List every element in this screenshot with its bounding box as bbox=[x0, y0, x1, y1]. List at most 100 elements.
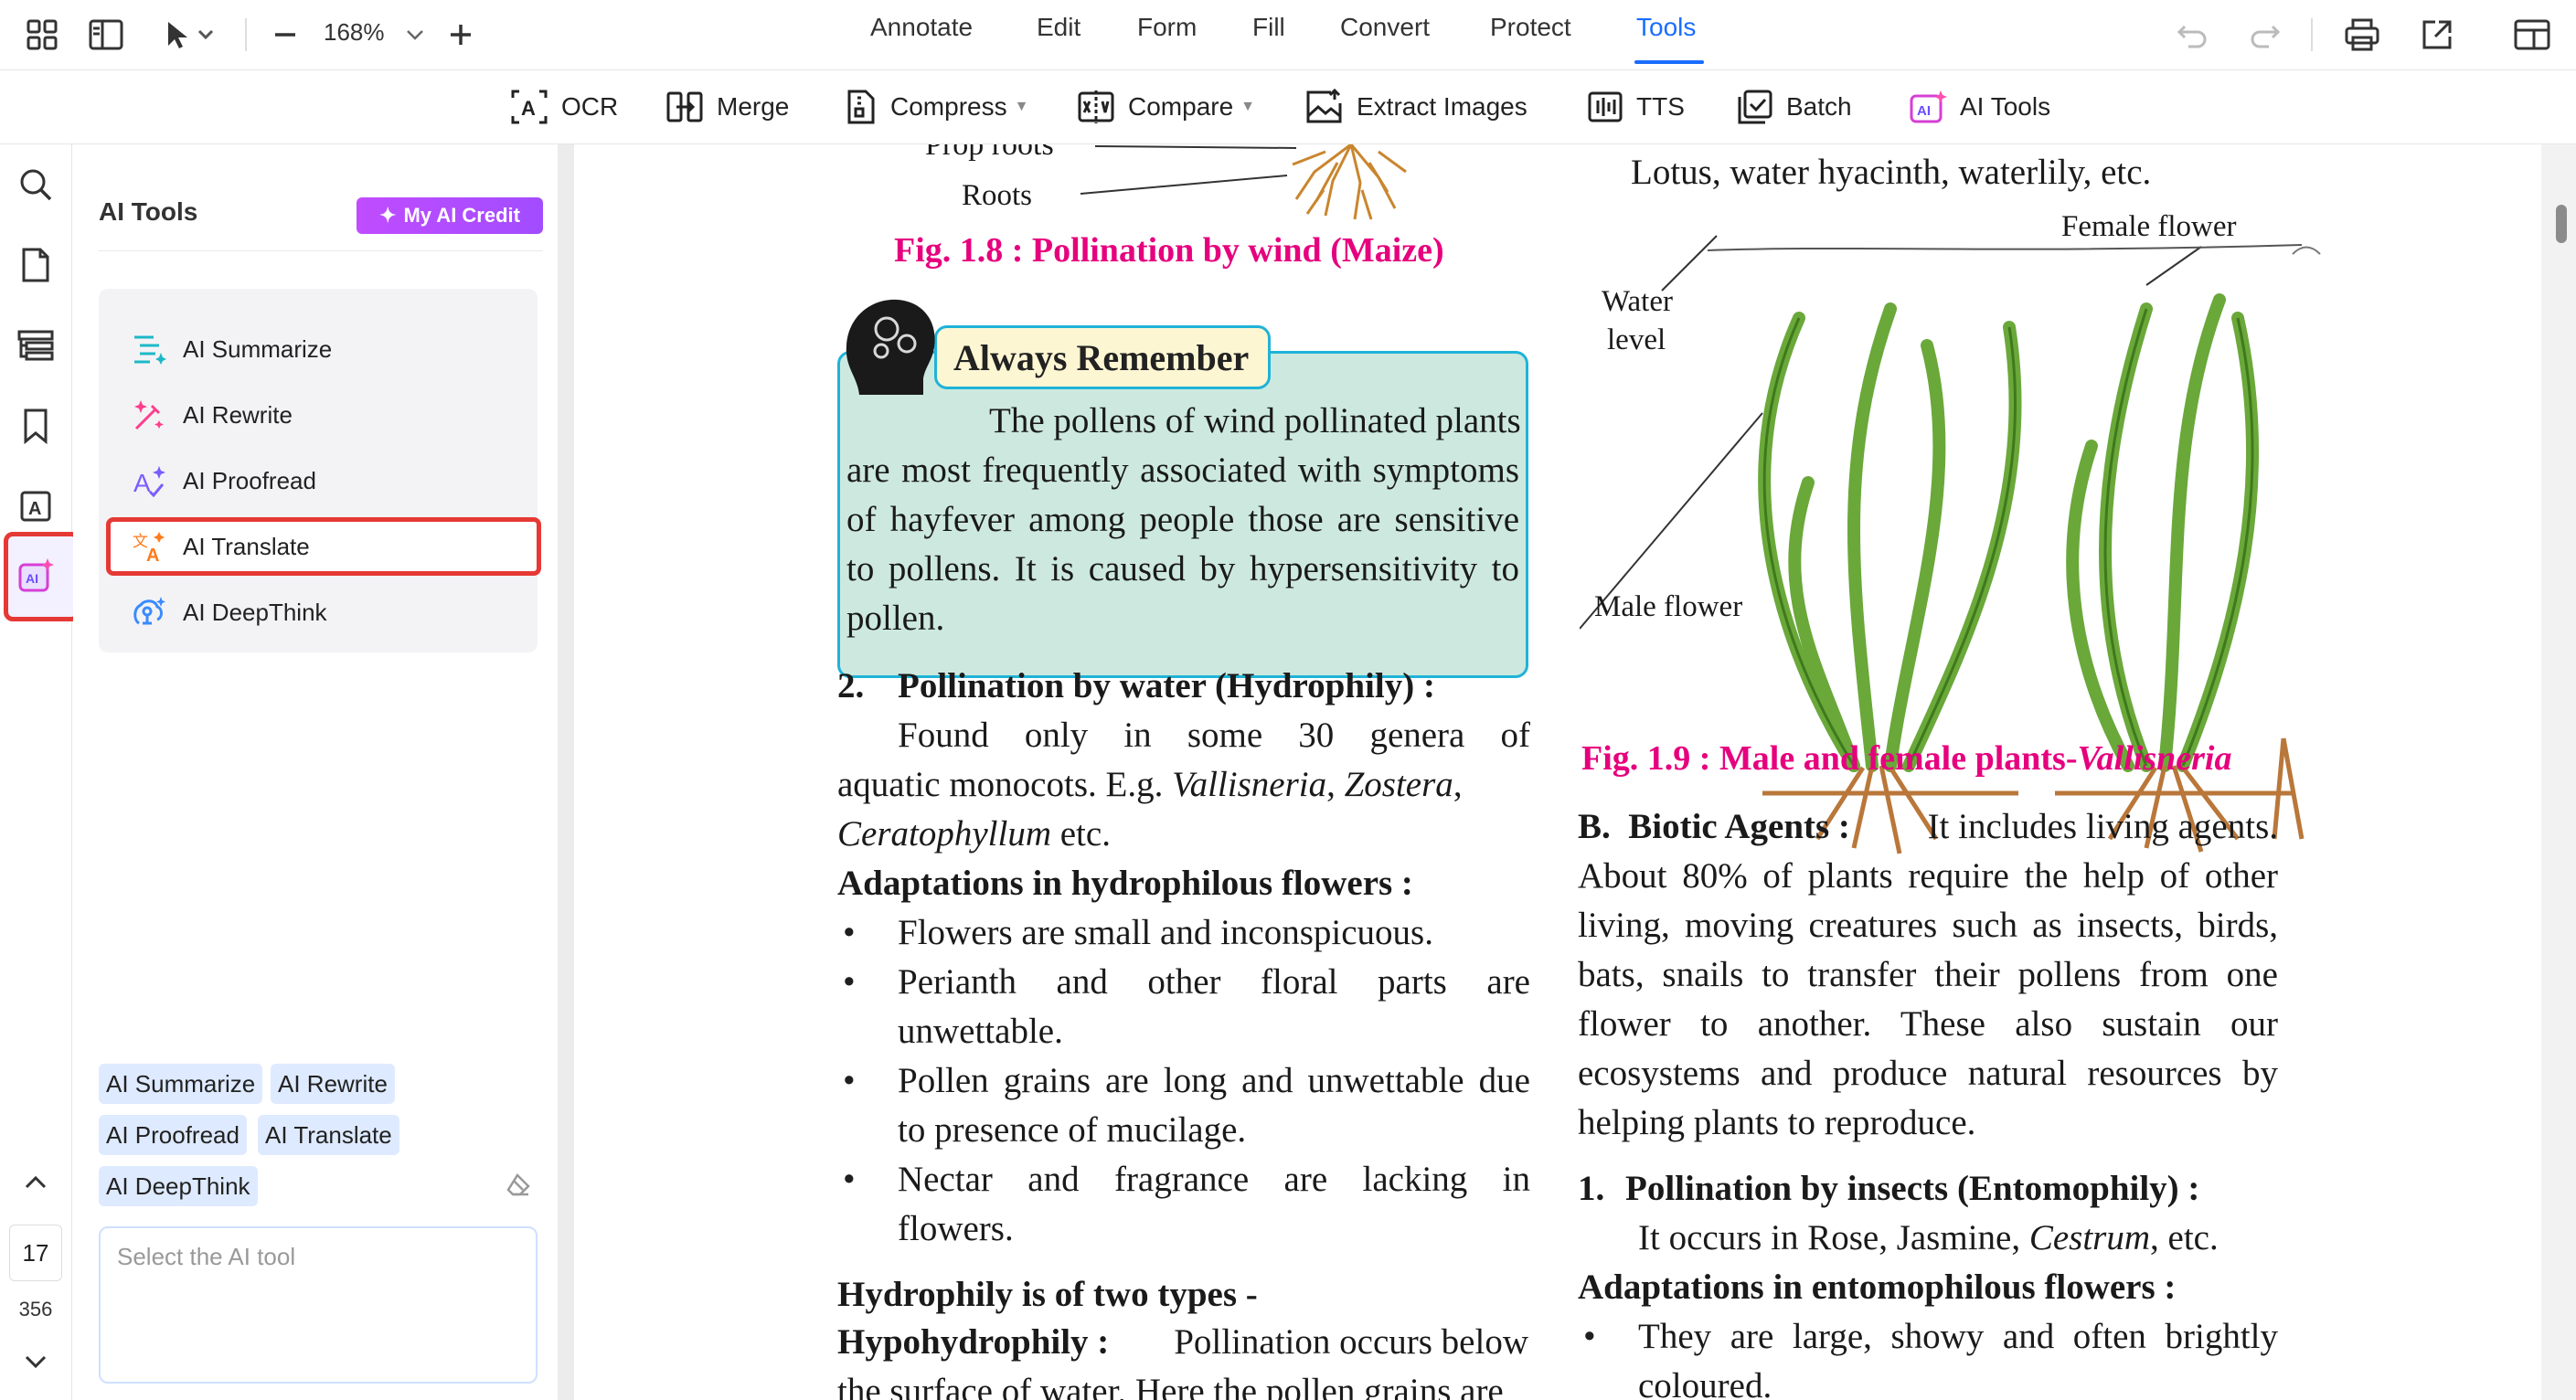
pdf-page: Prop roots Roots Fig. 1.8 : Pollination … bbox=[574, 144, 2541, 1400]
layout-panel-icon[interactable] bbox=[2514, 16, 2550, 53]
zoom-dropdown-chevron-icon[interactable] bbox=[397, 16, 433, 53]
ento-bullet-1-cont: coloured. bbox=[1638, 1366, 1772, 1400]
page-number-input[interactable]: 17 bbox=[9, 1225, 62, 1281]
undo-icon[interactable] bbox=[2174, 16, 2210, 53]
deepthink-icon bbox=[99, 596, 183, 629]
biotic-line-5: flower to another. These also sustain ou… bbox=[1578, 1004, 2278, 1044]
male-flower-label: Male flower bbox=[1594, 590, 1743, 623]
svg-text:A: A bbox=[133, 469, 151, 497]
biotic-line-4: bats, snails to transfer their pollens f… bbox=[1578, 955, 2278, 994]
female-flower-label: Female flower bbox=[2061, 210, 2237, 243]
redo-icon[interactable] bbox=[2247, 16, 2283, 53]
my-ai-credit-label: My AI Credit bbox=[403, 204, 520, 227]
chip-ai-rewrite[interactable]: AI Rewrite bbox=[271, 1064, 395, 1104]
extract-images-button[interactable]: Extract Images bbox=[1305, 89, 1528, 125]
ai-tool-label: AI Translate bbox=[183, 532, 310, 560]
compare-icon bbox=[1077, 89, 1128, 125]
tts-icon bbox=[1587, 89, 1636, 125]
ai-tool-label: AI Proofread bbox=[183, 466, 316, 494]
ai-assistant-icon[interactable]: AI bbox=[16, 556, 56, 596]
compress-button[interactable]: Compress ▼ bbox=[845, 89, 1028, 125]
ai-tool-deepthink[interactable]: AI DeepThink bbox=[99, 583, 538, 642]
select-tool-icon[interactable] bbox=[161, 16, 219, 53]
print-icon[interactable] bbox=[2344, 16, 2380, 53]
bullet-dot: • bbox=[843, 1061, 856, 1100]
menu-convert[interactable]: Convert bbox=[1340, 13, 1430, 42]
menu-tools[interactable]: Tools bbox=[1636, 13, 1696, 42]
my-ai-credit-button[interactable]: ✦ My AI Credit bbox=[357, 197, 543, 234]
toolbar-divider bbox=[2311, 18, 2313, 51]
ai-tool-rewrite[interactable]: AI Rewrite bbox=[99, 386, 538, 444]
always-remember-title: Always Remember bbox=[934, 325, 1271, 389]
ai-tool-translate[interactable]: 文A AI Translate bbox=[106, 517, 541, 576]
ai-tools-button[interactable]: AI AI Tools bbox=[1909, 89, 2050, 125]
biotic-line-7: helping plants to reproduce. bbox=[1578, 1103, 1976, 1142]
hydrophily-para-line-1: Found only in some 30 genera of bbox=[898, 716, 1530, 755]
extract-images-label: Extract Images bbox=[1357, 92, 1528, 121]
document-viewport[interactable]: Prop roots Roots Fig. 1.8 : Pollination … bbox=[574, 144, 2576, 1400]
previous-page-chevron-icon[interactable] bbox=[16, 1162, 56, 1203]
chip-ai-proofread[interactable]: AI Proofread bbox=[99, 1115, 247, 1155]
ai-tools-label: AI Tools bbox=[1960, 92, 2051, 121]
outline-icon[interactable] bbox=[16, 325, 56, 366]
merge-button[interactable]: Merge bbox=[665, 89, 789, 125]
page-thumbnail-icon[interactable] bbox=[16, 245, 56, 285]
svg-text:A: A bbox=[146, 546, 159, 563]
ocr-button[interactable]: A OCR bbox=[510, 89, 618, 125]
next-page-chevron-icon[interactable] bbox=[16, 1342, 56, 1382]
search-icon[interactable] bbox=[16, 164, 56, 205]
batch-icon bbox=[1737, 89, 1786, 125]
vertical-scrollbar-thumb[interactable] bbox=[2556, 205, 2567, 243]
text-field-icon[interactable]: A bbox=[16, 486, 56, 526]
tts-label: TTS bbox=[1636, 92, 1685, 121]
brain-head-icon bbox=[846, 299, 935, 395]
entomophily-heading: Pollination by insects (Entomophily) : bbox=[1625, 1169, 2200, 1208]
toolbar-divider bbox=[245, 18, 247, 51]
sparkle-icon: ✦ bbox=[379, 204, 397, 227]
zoom-level[interactable]: 168% bbox=[324, 18, 385, 47]
zoom-in-icon[interactable] bbox=[442, 16, 479, 53]
compare-button[interactable]: Compare ▼ bbox=[1077, 89, 1255, 125]
translate-icon: 文A bbox=[111, 530, 183, 563]
clear-eraser-icon[interactable] bbox=[505, 1172, 532, 1199]
compress-label: Compress bbox=[890, 92, 1007, 121]
batch-label: Batch bbox=[1786, 92, 1852, 121]
bullet-dot: • bbox=[1583, 1317, 1596, 1356]
batch-button[interactable]: Batch bbox=[1737, 89, 1852, 125]
grid-view-icon[interactable] bbox=[24, 16, 60, 53]
hydrophily-types-heading: Hydrophily is of two types - bbox=[837, 1275, 1258, 1314]
entomophilous-adaptations-heading: Adaptations in entomophilous flowers : bbox=[1578, 1267, 2177, 1307]
tts-button[interactable]: TTS bbox=[1587, 89, 1685, 125]
share-export-icon[interactable] bbox=[2419, 16, 2455, 53]
bookmark-icon[interactable] bbox=[16, 406, 56, 446]
compress-icon bbox=[845, 89, 890, 125]
ai-tool-summarize[interactable]: AI Summarize bbox=[99, 320, 538, 378]
biotic-agents-first-line: B. Biotic Agents : It includes living age… bbox=[1578, 807, 2278, 846]
section-1-number: 1. bbox=[1578, 1169, 1605, 1208]
ocr-label: OCR bbox=[561, 92, 619, 121]
panel-resize-divider[interactable] bbox=[558, 144, 574, 1400]
ai-tool-proofread[interactable]: A AI Proofread bbox=[99, 451, 538, 510]
menu-fill[interactable]: Fill bbox=[1252, 13, 1285, 42]
chip-ai-summarize[interactable]: AI Summarize bbox=[99, 1064, 263, 1104]
menu-protect[interactable]: Protect bbox=[1490, 13, 1571, 42]
menu-edit[interactable]: Edit bbox=[1037, 13, 1080, 42]
menu-annotate[interactable]: Annotate bbox=[870, 13, 973, 42]
bullet-dot: • bbox=[843, 913, 856, 952]
sidebar-toggle-icon[interactable] bbox=[88, 16, 124, 53]
menu-form[interactable]: Form bbox=[1137, 13, 1197, 42]
active-tab-indicator bbox=[1634, 60, 1704, 64]
left-rail: A AI 17 356 bbox=[0, 144, 80, 1400]
hydro-bullet-3: Pollen grains are long and unwettable du… bbox=[898, 1061, 1530, 1100]
chip-ai-translate[interactable]: AI Translate bbox=[258, 1115, 399, 1155]
zoom-out-icon[interactable] bbox=[267, 16, 303, 53]
compare-dropdown-icon: ▼ bbox=[1240, 99, 1256, 114]
ai-chat-input[interactable]: Select the AI tool bbox=[99, 1226, 538, 1384]
merge-label: Merge bbox=[717, 92, 790, 121]
chip-ai-deepthink[interactable]: AI DeepThink bbox=[99, 1166, 258, 1206]
remember-line-3: of hayfever among people those are sensi… bbox=[846, 500, 1519, 539]
hydro-bullet-2-cont: unwettable. bbox=[898, 1012, 1063, 1051]
section-2-number: 2. bbox=[837, 666, 865, 705]
rewrite-icon bbox=[99, 398, 183, 431]
remember-line-5: pollen. bbox=[846, 599, 945, 638]
